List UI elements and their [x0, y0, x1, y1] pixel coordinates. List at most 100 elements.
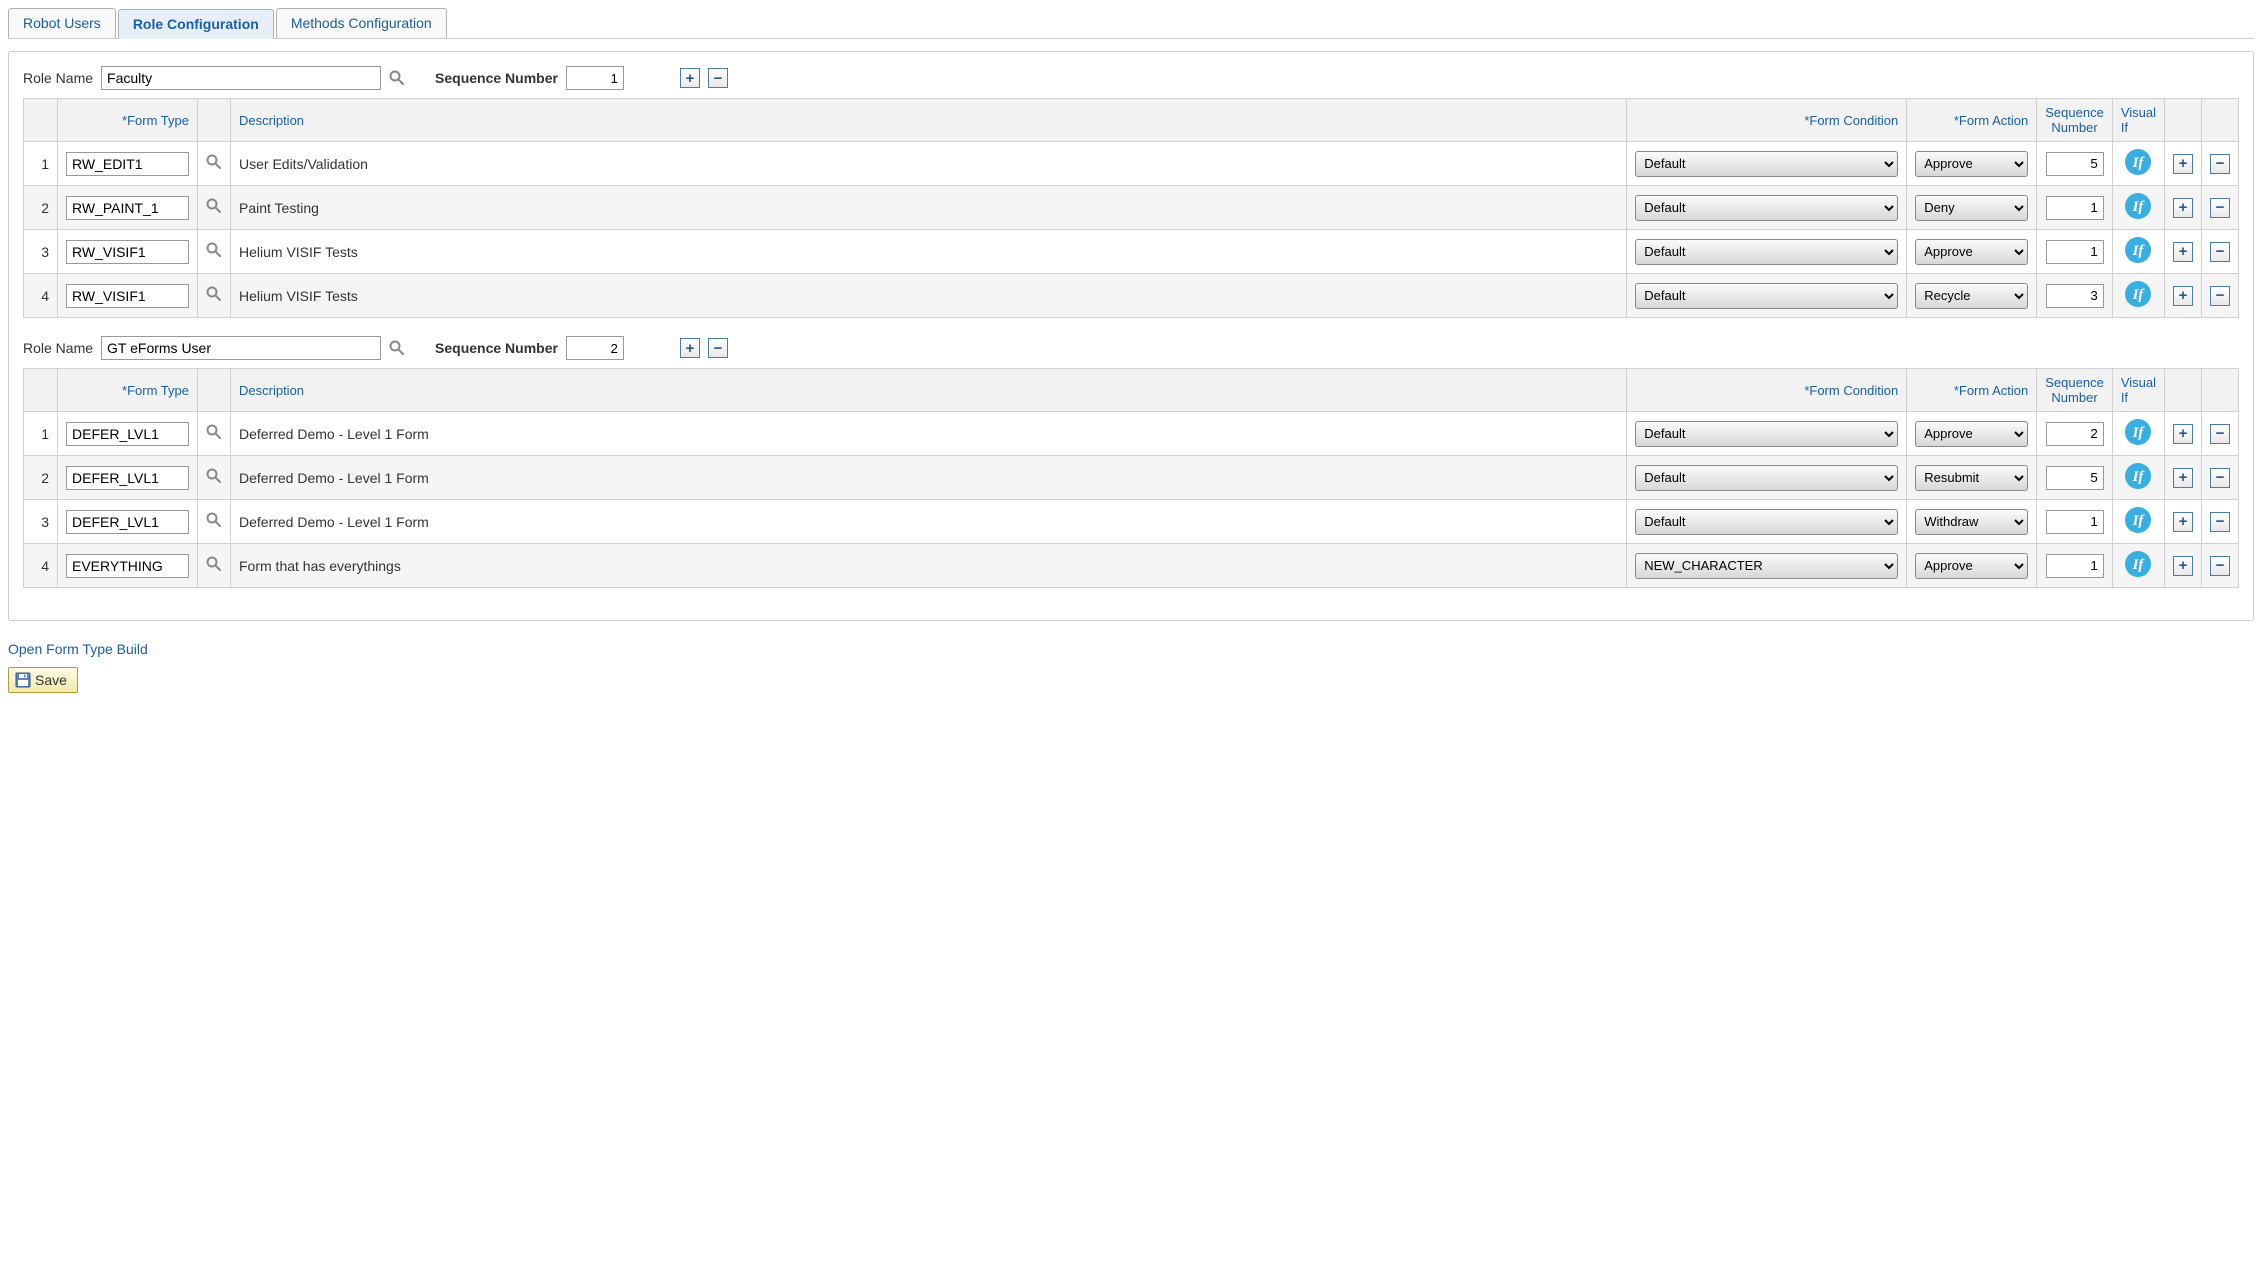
visual-if-icon[interactable]: If: [2124, 433, 2152, 449]
row-add-button[interactable]: +: [2173, 286, 2193, 306]
col-form-condition: *Form Condition: [1627, 99, 1907, 142]
form-condition-select[interactable]: Default: [1635, 283, 1898, 309]
open-form-type-build-link[interactable]: Open Form Type Build: [8, 641, 148, 657]
row-add-button[interactable]: +: [2173, 154, 2193, 174]
row-add-button[interactable]: +: [2173, 198, 2193, 218]
sequence-input[interactable]: [2046, 554, 2104, 578]
svg-text:If: If: [2132, 155, 2146, 171]
row-remove-button[interactable]: −: [2210, 242, 2230, 262]
sequence-input[interactable]: [2046, 196, 2104, 220]
row-add-button[interactable]: +: [2173, 468, 2193, 488]
table-row: 3Helium VISIF TestsDefaultApproveIf+−: [24, 230, 2239, 274]
row-remove-button[interactable]: −: [2210, 198, 2230, 218]
form-action-select[interactable]: Approve: [1915, 151, 2028, 177]
save-button[interactable]: Save: [8, 667, 78, 693]
form-type-input[interactable]: [66, 240, 189, 264]
visual-if-icon[interactable]: If: [2124, 207, 2152, 223]
row-remove-button[interactable]: −: [2210, 424, 2230, 444]
form-condition-select[interactable]: Default: [1635, 465, 1898, 491]
form-type-lookup-icon[interactable]: [206, 242, 222, 258]
form-type-lookup-icon[interactable]: [206, 468, 222, 484]
sequence-input[interactable]: [2046, 152, 2104, 176]
form-type-input[interactable]: [66, 152, 189, 176]
visual-if-icon[interactable]: If: [2124, 565, 2152, 581]
role-remove-button[interactable]: −: [708, 338, 728, 358]
sequence-number-label: Sequence Number: [435, 70, 558, 86]
row-add-button[interactable]: +: [2173, 242, 2193, 262]
role-name-input[interactable]: [101, 66, 381, 90]
form-type-lookup-icon[interactable]: [206, 198, 222, 214]
role-name-input[interactable]: [101, 336, 381, 360]
svg-text:If: If: [2132, 199, 2146, 215]
table-row: 2Deferred Demo - Level 1 FormDefaultResu…: [24, 456, 2239, 500]
form-condition-select[interactable]: Default: [1635, 421, 1898, 447]
form-type-lookup-icon[interactable]: [206, 556, 222, 572]
form-type-input[interactable]: [66, 510, 189, 534]
form-action-select[interactable]: Deny: [1915, 195, 2028, 221]
form-action-select[interactable]: Recycle: [1915, 283, 2028, 309]
form-action-select[interactable]: Resubmit: [1915, 465, 2028, 491]
role-name-label: Role Name: [23, 340, 93, 356]
row-add-button[interactable]: +: [2173, 556, 2193, 576]
tab-robot-users[interactable]: Robot Users: [8, 8, 116, 38]
visual-if-icon[interactable]: If: [2124, 295, 2152, 311]
role-header: Role NameSequence Number+−: [23, 336, 2239, 360]
form-type-lookup-icon[interactable]: [206, 286, 222, 302]
svg-text:If: If: [2132, 469, 2146, 485]
description-cell: Helium VISIF Tests: [231, 230, 1627, 274]
role-remove-button[interactable]: −: [708, 68, 728, 88]
col-description: Description: [231, 99, 1627, 142]
form-action-select[interactable]: Approve: [1915, 553, 2028, 579]
sequence-input[interactable]: [2046, 284, 2104, 308]
form-condition-select[interactable]: Default: [1635, 509, 1898, 535]
form-condition-select[interactable]: Default: [1635, 195, 1898, 221]
sequence-input[interactable]: [2046, 240, 2104, 264]
visual-if-icon[interactable]: If: [2124, 251, 2152, 267]
row-remove-button[interactable]: −: [2210, 512, 2230, 532]
form-type-input[interactable]: [66, 284, 189, 308]
tab-methods-configuration[interactable]: Methods Configuration: [276, 8, 447, 38]
form-type-input[interactable]: [66, 554, 189, 578]
row-add-button[interactable]: +: [2173, 424, 2193, 444]
row-number: 1: [24, 142, 58, 186]
sequence-input[interactable]: [2046, 466, 2104, 490]
visual-if-icon[interactable]: If: [2124, 163, 2152, 179]
sequence-input[interactable]: [2046, 422, 2104, 446]
row-remove-button[interactable]: −: [2210, 556, 2230, 576]
form-type-input[interactable]: [66, 466, 189, 490]
form-condition-select[interactable]: Default: [1635, 151, 1898, 177]
role-add-button[interactable]: +: [680, 338, 700, 358]
svg-text:If: If: [2132, 513, 2146, 529]
form-action-select[interactable]: Approve: [1915, 421, 2028, 447]
row-number: 1: [24, 412, 58, 456]
row-add-button[interactable]: +: [2173, 512, 2193, 532]
sequence-number-input[interactable]: [566, 66, 624, 90]
visual-if-icon[interactable]: If: [2124, 477, 2152, 493]
row-number: 4: [24, 544, 58, 588]
row-remove-button[interactable]: −: [2210, 468, 2230, 488]
form-action-select[interactable]: Approve: [1915, 239, 2028, 265]
row-number: 2: [24, 456, 58, 500]
row-remove-button[interactable]: −: [2210, 286, 2230, 306]
svg-text:If: If: [2132, 243, 2146, 259]
form-type-lookup-icon[interactable]: [206, 154, 222, 170]
col-form-type: *Form Type: [58, 369, 198, 412]
form-type-input[interactable]: [66, 196, 189, 220]
row-remove-button[interactable]: −: [2210, 154, 2230, 174]
form-action-select[interactable]: Withdraw: [1915, 509, 2028, 535]
form-type-lookup-icon[interactable]: [206, 424, 222, 440]
form-type-input[interactable]: [66, 422, 189, 446]
form-type-lookup-icon[interactable]: [206, 512, 222, 528]
row-number: 2: [24, 186, 58, 230]
role-add-button[interactable]: +: [680, 68, 700, 88]
sequence-input[interactable]: [2046, 510, 2104, 534]
form-condition-select[interactable]: NEW_CHARACTER: [1635, 553, 1898, 579]
form-condition-select[interactable]: Default: [1635, 239, 1898, 265]
visual-if-icon[interactable]: If: [2124, 521, 2152, 537]
tab-bar: Robot Users Role Configuration Methods C…: [8, 8, 2254, 39]
sequence-number-input[interactable]: [566, 336, 624, 360]
tab-role-configuration[interactable]: Role Configuration: [118, 9, 274, 39]
role-name-lookup-icon[interactable]: [389, 70, 405, 86]
role-name-lookup-icon[interactable]: [389, 340, 405, 356]
row-number: 4: [24, 274, 58, 318]
